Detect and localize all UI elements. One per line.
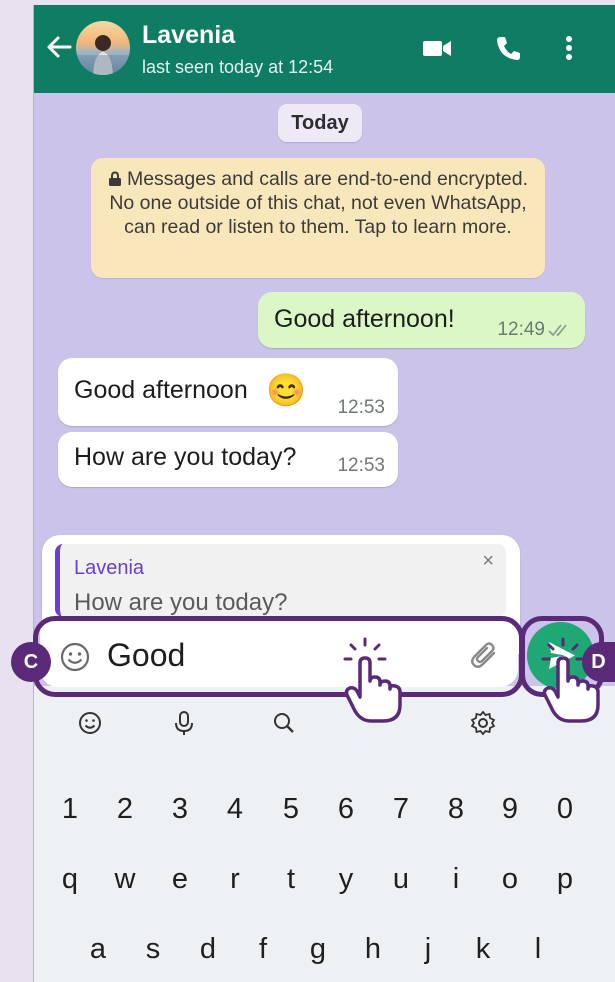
key[interactable]: f (239, 919, 287, 979)
lock-icon (108, 171, 121, 186)
key[interactable]: a (74, 919, 122, 979)
key[interactable]: o (486, 849, 534, 909)
emoji-button-icon[interactable] (58, 640, 92, 674)
key[interactable]: 3 (156, 779, 204, 839)
settings-icon[interactable] (463, 703, 503, 743)
message-text: How are you today? (74, 443, 297, 471)
message-time: 12:49 (497, 319, 545, 340)
key[interactable]: u (377, 849, 425, 909)
phone-screen: Lavenia last seen today at 12:54 Today M… (33, 5, 615, 982)
key[interactable]: g (294, 919, 342, 979)
read-ticks-icon (548, 324, 567, 337)
key[interactable]: d (184, 919, 232, 979)
number-row: 1 2 3 4 5 6 7 8 9 0 (34, 779, 615, 839)
key[interactable]: p (541, 849, 589, 909)
key[interactable]: 4 (211, 779, 259, 839)
avatar[interactable] (76, 21, 130, 75)
reply-author: Lavenia (74, 557, 145, 579)
key[interactable]: y (322, 849, 370, 909)
key[interactable]: r (211, 849, 259, 909)
key[interactable]: 8 (432, 779, 480, 839)
key[interactable]: 9 (486, 779, 534, 839)
key[interactable]: w (101, 849, 149, 909)
letter-row-2: a s d f g h j k l (34, 919, 615, 979)
key[interactable]: 6 (322, 779, 370, 839)
attach-icon[interactable] (467, 638, 503, 674)
more-vert-icon[interactable] (559, 33, 579, 63)
date-pill: Today (278, 104, 362, 142)
last-seen-status: last seen today at 12:54 (142, 57, 334, 77)
reply-quoted-text: How are you today? (74, 589, 288, 616)
key[interactable]: i (432, 849, 480, 909)
close-reply-icon[interactable]: × (482, 550, 494, 573)
message-bubble-incoming[interactable]: How are you today? 12:53 (58, 432, 398, 487)
phone-icon[interactable] (493, 33, 523, 63)
key[interactable]: t (267, 849, 315, 909)
message-time: 12:53 (337, 455, 385, 476)
key[interactable]: s (129, 919, 177, 979)
tap-hand-icon (343, 637, 402, 723)
key[interactable]: 7 (377, 779, 425, 839)
chat-header: Lavenia last seen today at 12:54 (34, 5, 615, 93)
key[interactable]: 0 (541, 779, 589, 839)
message-bubble-incoming[interactable]: Good afternoon 😊 12:53 (58, 358, 398, 426)
emoji-icon[interactable] (70, 703, 110, 743)
message-text: Good afternoon (74, 376, 248, 404)
message-input-value[interactable]: Good (107, 637, 185, 674)
keyboard: 1 2 3 4 5 6 7 8 9 0 q w e r t y u i o p … (34, 686, 615, 982)
message-text: Good afternoon! (274, 305, 455, 333)
encryption-notice-text: Messages and calls are end-to-end encryp… (109, 168, 529, 238)
key[interactable]: 1 (46, 779, 94, 839)
back-arrow-icon[interactable] (44, 31, 74, 63)
letter-row-1: q w e r t y u i o p (34, 849, 615, 909)
key[interactable]: h (349, 919, 397, 979)
search-icon[interactable] (264, 703, 304, 743)
smiling-emoji: 😊 (266, 372, 306, 408)
reply-preview[interactable]: Lavenia How are you today? × (55, 544, 506, 617)
callout-badge-c: C (11, 642, 51, 682)
encryption-notice[interactable]: Messages and calls are end-to-end encryp… (91, 158, 545, 278)
key[interactable]: q (46, 849, 94, 909)
message-time: 12:53 (337, 397, 385, 418)
key[interactable]: k (459, 919, 507, 979)
key[interactable]: j (404, 919, 452, 979)
mic-icon[interactable] (164, 703, 204, 743)
video-call-icon[interactable] (420, 33, 454, 63)
key[interactable]: e (156, 849, 204, 909)
message-bubble-outgoing[interactable]: Good afternoon! 12:49 (258, 292, 585, 348)
tap-hand-icon (541, 637, 600, 723)
contact-name[interactable]: Lavenia (142, 21, 235, 50)
key[interactable]: 5 (267, 779, 315, 839)
key[interactable]: l (514, 919, 562, 979)
key[interactable]: 2 (101, 779, 149, 839)
